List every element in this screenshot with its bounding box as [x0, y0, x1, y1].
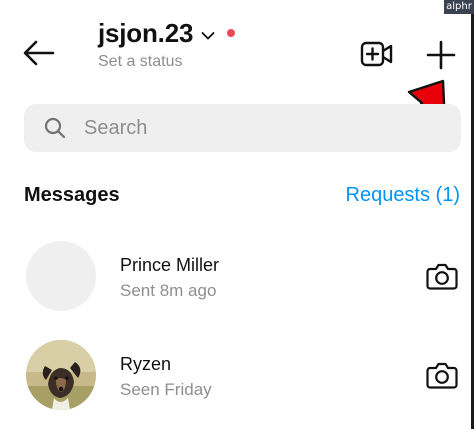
- conversation-status: Sent 8m ago: [120, 281, 217, 300]
- new-video-chat-button[interactable]: [360, 38, 394, 70]
- new-message-button[interactable]: [424, 38, 458, 72]
- requests-link[interactable]: Requests (1): [346, 184, 461, 207]
- camera-button[interactable]: [426, 360, 458, 395]
- conversation-row[interactable]: Prince Miller Sent 8m ago: [0, 241, 471, 317]
- username: jsjon.23: [98, 18, 194, 48]
- camera-icon: [426, 263, 458, 290]
- conversation-row[interactable]: Ryzen Seen Friday: [0, 340, 471, 416]
- conversation-name: Prince Miller: [120, 255, 220, 275]
- chevron-down-icon: [201, 31, 215, 39]
- video-plus-icon: [360, 41, 393, 67]
- search-icon-wrap: [44, 117, 66, 139]
- camera-button[interactable]: [426, 261, 458, 296]
- account-header: jsjon.23 Set a status: [98, 18, 236, 71]
- watermark-logo: alphr: [444, 0, 474, 14]
- arrow-left-icon: [23, 40, 55, 66]
- search-icon: [44, 117, 66, 139]
- avatar-placeholder: [26, 241, 96, 311]
- avatar-dog-photo: [26, 340, 96, 410]
- dog-photo-image: [26, 340, 96, 410]
- back-button[interactable]: [22, 36, 56, 70]
- account-switcher[interactable]: jsjon.23: [98, 18, 236, 49]
- search-bar[interactable]: [24, 104, 461, 152]
- conversation-name: Ryzen: [120, 354, 172, 374]
- search-input[interactable]: [84, 116, 404, 140]
- status-dot: [227, 28, 236, 37]
- plus-icon: [426, 40, 456, 70]
- messages-heading: Messages: [24, 184, 120, 206]
- camera-icon: [426, 362, 458, 389]
- conversation-status: Seen Friday: [120, 380, 212, 399]
- set-status-link[interactable]: Set a status: [98, 53, 235, 71]
